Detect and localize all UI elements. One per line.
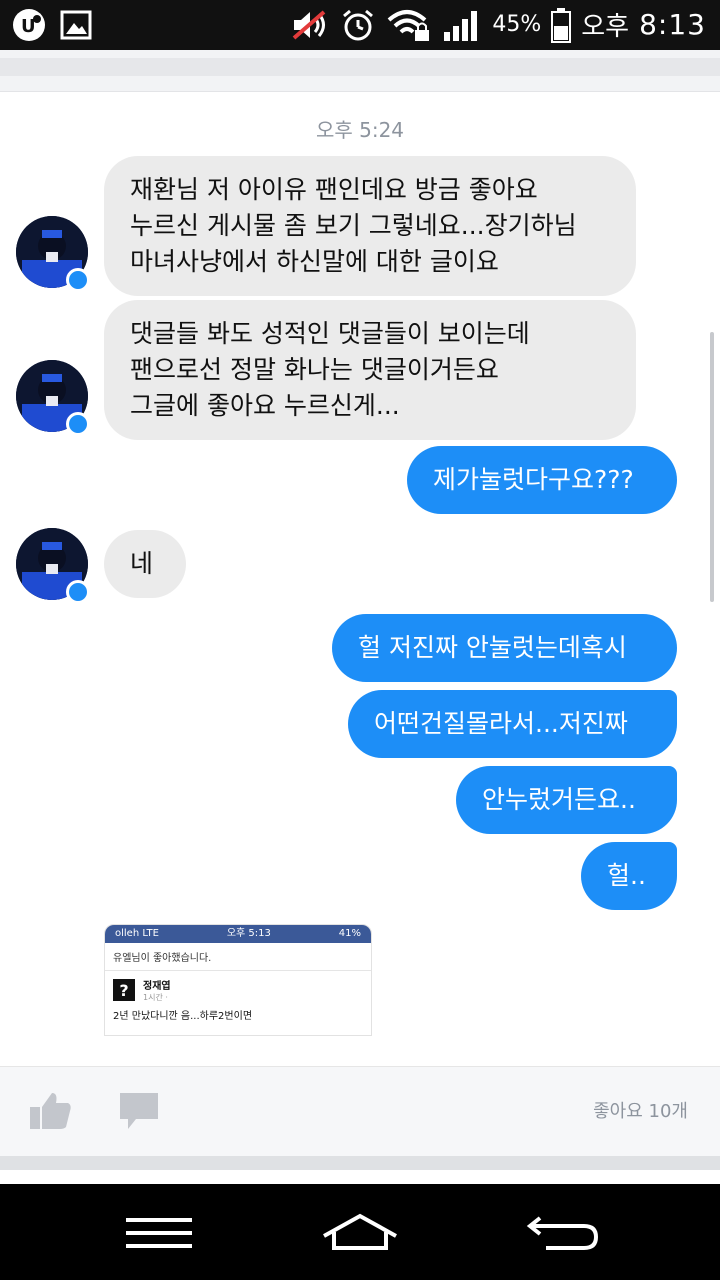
attached-battery: 41% (338, 928, 361, 939)
uplus-app-icon: U (13, 9, 45, 41)
attached-carrier: olleh LTE (115, 928, 159, 939)
message-timestamp: 오후 5:24 (315, 118, 405, 142)
signal-icon (444, 10, 478, 41)
navigation-bar (0, 1184, 720, 1280)
message-bubble-incoming[interactable]: 네 (104, 530, 186, 598)
message-bubble-outgoing[interactable]: 안누렀거든요.. (456, 766, 677, 834)
app-header-strip (0, 50, 720, 92)
mute-icon (293, 9, 326, 40)
divider (0, 1156, 720, 1170)
divider (0, 1170, 720, 1184)
attached-status-bar: olleh LTE 오후 5:13 41% (105, 925, 371, 943)
conversation[interactable]: 오후 5:24 재환님 저 아이유 팬인데요 방금 좋아요 누르신 게시물 좀 … (0, 92, 720, 1066)
messenger-badge-icon (66, 580, 90, 604)
message-bubble-outgoing[interactable]: 헐.. (581, 842, 677, 910)
message-bubble-outgoing[interactable]: 제가눌럿다구요??? (407, 446, 677, 514)
attached-screenshot[interactable]: olleh LTE 오후 5:13 41% 유엘님이 좋아했습니다. ? 정재엽… (104, 924, 372, 1036)
attached-notification: 유엘님이 좋아했습니다. (105, 943, 371, 971)
likes-count[interactable]: 좋아요 10개 (593, 1097, 688, 1123)
home-icon[interactable] (320, 1212, 400, 1252)
battery-percent: 45% (492, 12, 542, 37)
attached-post-time: 1시간 · (143, 993, 168, 1002)
message-bubble-incoming[interactable]: 재환님 저 아이유 팬인데요 방금 좋아요 누르신 게시물 좀 보기 그렇네요.… (104, 156, 636, 296)
wifi-locked-icon (388, 9, 430, 41)
action-bar: 좋아요 10개 (0, 1066, 720, 1156)
battery-icon (551, 7, 572, 43)
menu-icon[interactable] (126, 1216, 192, 1250)
attached-post-header: ? 정재엽 1시간 · (105, 971, 371, 1005)
messenger-badge-icon (66, 412, 90, 436)
alarm-icon (343, 9, 374, 40)
status-left-icons: U (12, 8, 92, 42)
gallery-icon (60, 10, 92, 40)
attached-post-text: 2년 만났다니깐 음...하루2번이면 (113, 1011, 253, 1022)
attached-time: 오후 5:13 (226, 928, 271, 939)
attached-author: 정재엽 (143, 981, 171, 992)
message-bubble-outgoing[interactable]: 어떤건질몰라서...저진짜 (348, 690, 677, 758)
status-right-icons: 45% 오후 8:13 (290, 6, 706, 43)
comment-icon[interactable] (118, 1091, 160, 1131)
message-bubble-incoming[interactable]: 댓글들 봐도 성적인 댓글들이 보이는데 팬으로선 정말 화나는 댓글이거든요 … (104, 300, 636, 440)
like-icon[interactable] (28, 1089, 74, 1131)
status-ampm: 오후 (581, 12, 630, 42)
back-icon[interactable] (526, 1212, 600, 1252)
messenger-badge-icon (66, 268, 90, 292)
message-bubble-outgoing[interactable]: 헐 저진짜 안눌럿는데혹시 (332, 614, 677, 682)
status-time: 8:13 (639, 8, 706, 41)
scrollbar[interactable] (710, 332, 714, 602)
screen: U 45% 오후 8:13 오후 5:24 재환님 저 아이유 팬인데요 방금 … (0, 0, 720, 1280)
status-bar: U 45% 오후 8:13 (0, 0, 720, 50)
profile-placeholder-icon: ? (113, 979, 135, 1001)
